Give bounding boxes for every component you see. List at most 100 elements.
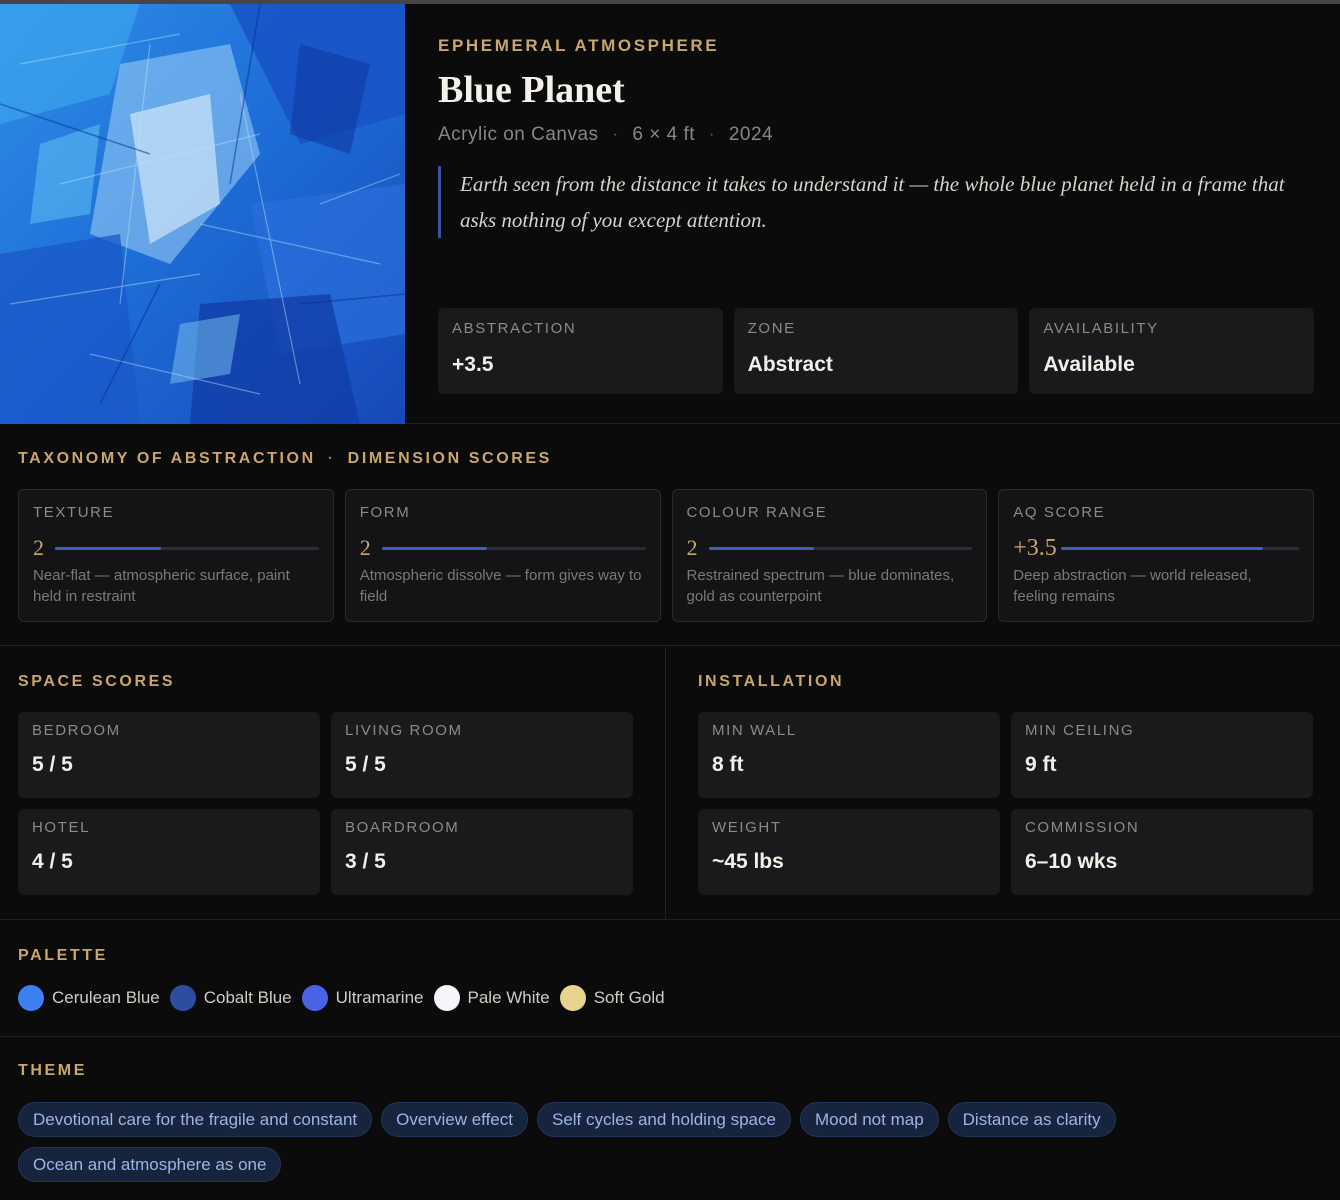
dimensions: 6 × 4 ft: [632, 124, 696, 145]
dimension-label: TEXTURE: [33, 504, 115, 521]
meta-separator: ·: [612, 126, 619, 143]
space-label: BEDROOM: [32, 722, 121, 739]
heading-separator: ·: [327, 450, 336, 467]
space-label: BOARDROOM: [345, 819, 460, 836]
theme-tag[interactable]: Self cycles and holding space: [536, 1102, 791, 1137]
dimension-description: Restrained spectrum — blue dominates, go…: [686, 567, 955, 605]
score-line: 2: [360, 535, 646, 561]
artwork-hero: EPHEMERAL ATMOSPHERE Blue Planet Acrylic…: [0, 4, 1340, 424]
meta-separator: ·: [709, 126, 715, 143]
card-value: Available: [1043, 353, 1135, 376]
dimension-description: Deep abstraction — world released, feeli…: [1013, 567, 1252, 605]
palette-heading: PALETTE: [18, 947, 108, 964]
install-weight: WEIGHT ~45 lbs: [698, 809, 1000, 895]
swatch-pale-white: Pale White: [433, 985, 550, 1011]
space-scores-grid: BEDROOM 5 / 5 LIVING ROOM 5 / 5 HOTEL 4 …: [18, 712, 633, 895]
dimension-score: 2: [359, 535, 371, 560]
palette-swatches: Cerulean Blue Cobalt Blue Ultramarine Pa…: [18, 985, 665, 1011]
dimension-card-texture: TEXTURE 2 Near-flat — atmospheric surfac…: [18, 489, 334, 622]
taxonomy-heading: TAXONOMY OF ABSTRACTION: [18, 450, 316, 467]
artwork-info: EPHEMERAL ATMOSPHERE Blue Planet Acrylic…: [438, 4, 1318, 424]
score-bar-fill: [1061, 546, 1264, 550]
card-label: ZONE: [747, 320, 796, 337]
dimension-score: 2: [686, 535, 698, 560]
space-score-hotel: HOTEL 4 / 5: [18, 809, 320, 895]
score-line: 2: [33, 535, 319, 561]
installation-heading: INSTALLATION: [698, 673, 845, 690]
space-scores-heading: SPACE SCORES: [18, 673, 176, 690]
space-value: 5 / 5: [345, 753, 386, 776]
install-label: MIN WALL: [712, 722, 797, 739]
color-chip: [433, 985, 460, 1011]
swatch-soft-gold: Soft Gold: [559, 985, 665, 1011]
score-bar-fill: [381, 546, 488, 550]
score-bar-fill: [708, 546, 814, 550]
space-score-boardroom: BOARDROOM 3 / 5: [331, 809, 633, 895]
theme-heading: THEME: [18, 1062, 87, 1079]
taxonomy-section: TAXONOMY OF ABSTRACTION · DIMENSION SCORES…: [0, 424, 1340, 646]
collection-label: EPHEMERAL ATMOSPHERE: [438, 36, 720, 55]
install-label: COMMISSION: [1025, 819, 1140, 836]
color-chip: [169, 985, 196, 1011]
card-label: AVAILABILITY: [1043, 320, 1159, 337]
space-label: LIVING ROOM: [345, 722, 463, 739]
dimension-cards: TEXTURE 2 Near-flat — atmospheric surfac…: [18, 489, 1314, 622]
install-min-ceiling: MIN CEILING 9 ft: [1011, 712, 1313, 798]
artwork-title: Blue Planet: [438, 69, 625, 111]
card-value: Abstract: [747, 353, 833, 376]
color-chip: [301, 985, 328, 1011]
dimension-score: 2: [33, 535, 44, 560]
palette-section: PALETTE Cerulean Blue Cobalt Blue Ultram…: [0, 921, 1340, 1037]
card-label: ABSTRACTION: [452, 320, 577, 337]
theme-tag[interactable]: Devotional care for the fragile and cons…: [18, 1102, 373, 1137]
dimension-label: FORM: [359, 504, 411, 521]
dimension-label: AQ SCORE: [1013, 504, 1106, 521]
score-bar: [55, 546, 319, 550]
artwork-image: [0, 4, 405, 424]
dimension-description: Near-flat — atmospheric surface, paint h…: [33, 567, 290, 605]
space-score-bedroom: BEDROOM 5 / 5: [18, 712, 320, 798]
color-name: Soft Gold: [593, 988, 665, 1007]
summary-cards: ABSTRACTION +3.5 ZONE Abstract AVAILABIL…: [438, 308, 1315, 394]
column-divider: [665, 647, 666, 920]
theme-tag[interactable]: Ocean and atmosphere as one: [18, 1147, 282, 1182]
dimension-score: +3.5: [1013, 534, 1057, 561]
dimension-label: COLOUR RANGE: [686, 504, 828, 521]
section-heading: TAXONOMY OF ABSTRACTION · DIMENSION SCORES: [18, 450, 552, 468]
install-value: 8 ft: [712, 753, 744, 776]
installation-grid: MIN WALL 8 ft MIN CEILING 9 ft WEIGHT ~4…: [698, 712, 1313, 895]
color-name: Pale White: [467, 988, 550, 1007]
score-line: +3.5: [1013, 535, 1299, 561]
install-label: WEIGHT: [712, 819, 782, 836]
theme-tag[interactable]: Distance as clarity: [947, 1102, 1116, 1137]
theme-tag[interactable]: Overview effect: [381, 1102, 528, 1137]
score-bar: [1061, 546, 1299, 550]
medium: Acrylic on Canvas: [438, 124, 599, 145]
dimension-description: Atmospheric dissolve — form gives way to…: [359, 567, 642, 605]
dimension-card-aq-score: AQ SCORE +3.5 Deep abstraction — world r…: [998, 489, 1314, 622]
dimension-card-form: FORM 2 Atmospheric dissolve — form gives…: [344, 489, 661, 622]
swatch-cerulean-blue: Cerulean Blue: [18, 985, 160, 1011]
zone-card: ZONE Abstract: [733, 308, 1019, 394]
space-value: 3 / 5: [345, 850, 386, 873]
space-value: 5 / 5: [32, 753, 73, 776]
score-bar: [381, 546, 646, 550]
color-name: Cobalt Blue: [203, 988, 292, 1007]
artwork-meta: Acrylic on Canvas · 6 × 4 ft · 2024: [438, 124, 773, 146]
score-line: 2: [687, 535, 973, 561]
color-name: Cerulean Blue: [52, 988, 160, 1007]
artist-statement: Earth seen from the distance it takes to…: [438, 166, 1308, 238]
card-value: +3.5: [452, 353, 494, 376]
year: 2024: [728, 124, 774, 145]
abstraction-card: ABSTRACTION +3.5: [438, 308, 723, 394]
score-bar: [708, 546, 973, 550]
install-commission: COMMISSION 6–10 wks: [1011, 809, 1313, 895]
install-value: 6–10 wks: [1025, 850, 1118, 873]
availability-card: AVAILABILITY Available: [1029, 308, 1315, 394]
theme-tag[interactable]: Mood not map: [799, 1102, 939, 1137]
space-value: 4 / 5: [32, 850, 73, 873]
install-value: 9 ft: [1025, 753, 1057, 776]
dimension-scores-heading: DIMENSION SCORES: [347, 450, 552, 467]
color-chip: [18, 985, 44, 1011]
install-min-wall: MIN WALL 8 ft: [698, 712, 1000, 798]
